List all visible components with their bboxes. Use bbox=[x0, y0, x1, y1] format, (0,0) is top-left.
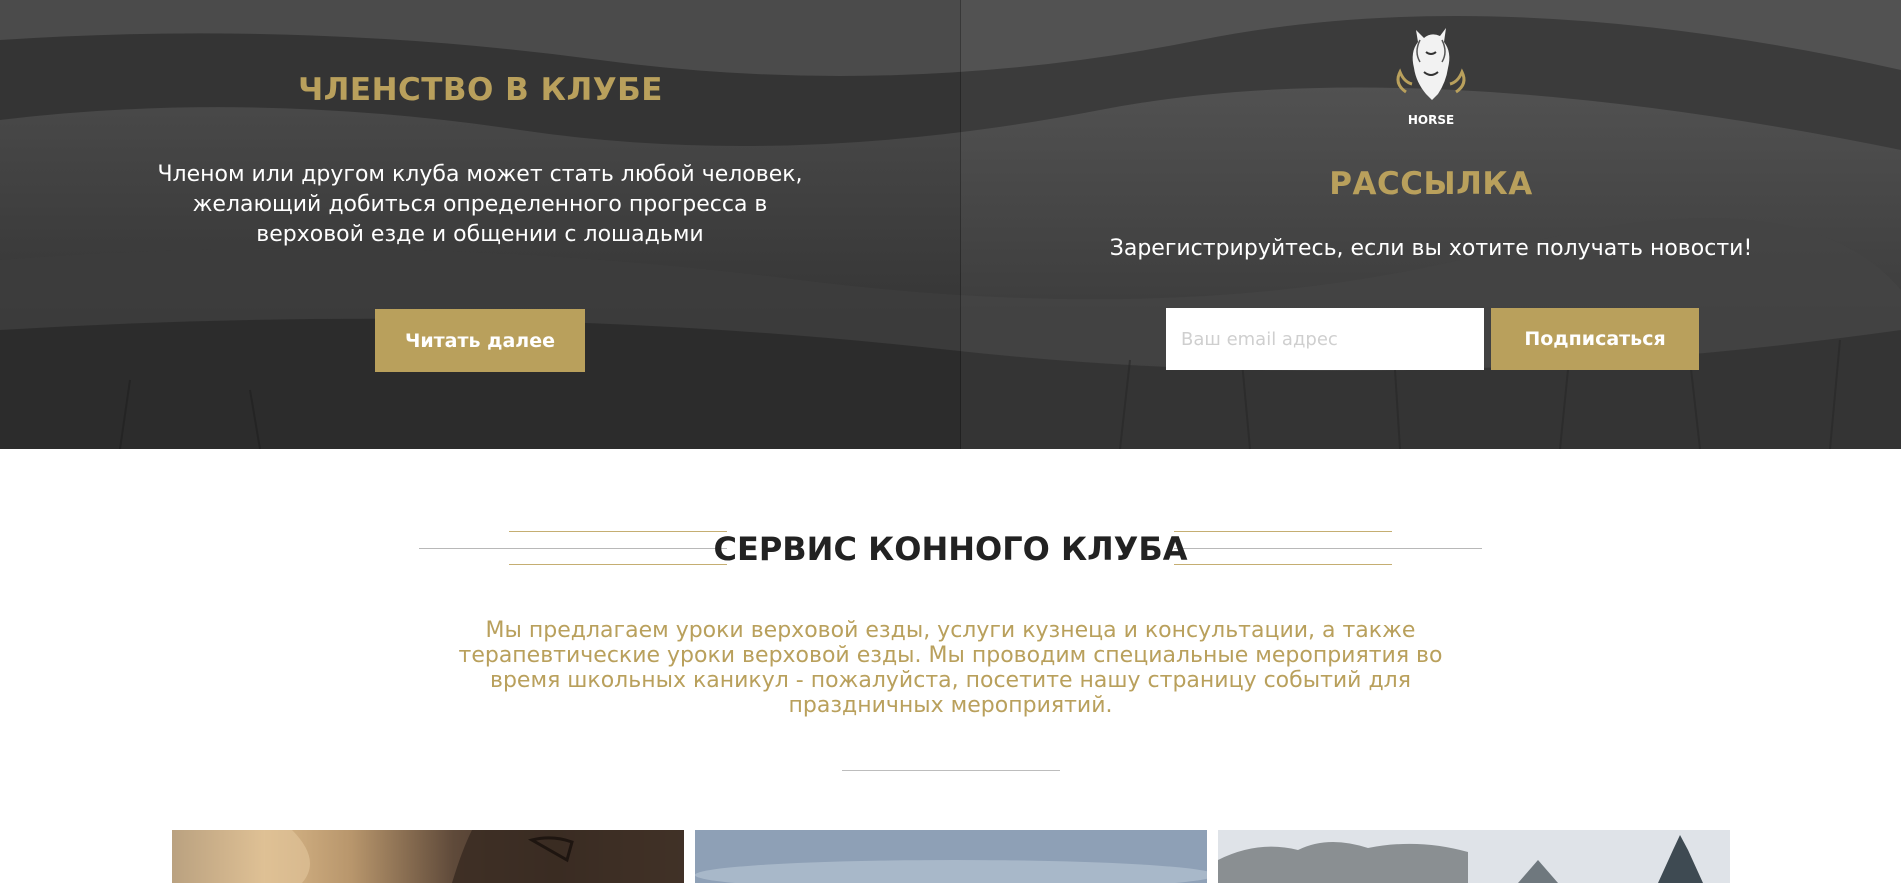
newsletter-panel: HORSE РАССЫЛКА Зарегистрируйтесь, если в… bbox=[961, 0, 1901, 449]
logo-text: HORSE bbox=[1407, 113, 1455, 127]
horse-photo bbox=[172, 830, 684, 883]
sky-photo bbox=[695, 830, 1207, 883]
hero-section: ЧЛЕНСТВО В КЛУБЕ Членом или другом клуба… bbox=[0, 0, 1901, 449]
membership-description: Членом или другом клуба может стать любо… bbox=[157, 162, 803, 247]
newsletter-title: РАССЫЛКА bbox=[1329, 166, 1533, 202]
section-heading: СЕРВИС КОННОГО КЛУБА bbox=[0, 520, 1901, 570]
service-card-image[interactable] bbox=[695, 830, 1207, 883]
services-description: Мы предлагаем уроки верховой езды, услуг… bbox=[458, 618, 1443, 718]
divider bbox=[842, 770, 1060, 771]
email-input[interactable] bbox=[1166, 308, 1484, 370]
horse-logo[interactable]: HORSE bbox=[1386, 22, 1476, 127]
membership-title: ЧЛЕНСТВО В КЛУБЕ bbox=[298, 72, 663, 108]
service-card-image[interactable] bbox=[172, 830, 684, 883]
service-card-image[interactable] bbox=[1218, 830, 1730, 883]
read-more-button[interactable]: Читать далее bbox=[375, 309, 585, 372]
membership-panel: ЧЛЕНСТВО В КЛУБЕ Членом или другом клуба… bbox=[0, 0, 961, 449]
newsletter-description: Зарегистрируйтесь, если вы хотите получа… bbox=[1109, 236, 1753, 261]
horse-head-icon bbox=[1396, 28, 1466, 100]
subscribe-button[interactable]: Подписаться bbox=[1491, 308, 1699, 370]
services-title: СЕРВИС КОННОГО КЛУБА bbox=[713, 530, 1188, 568]
winter-trees-photo bbox=[1218, 830, 1730, 883]
